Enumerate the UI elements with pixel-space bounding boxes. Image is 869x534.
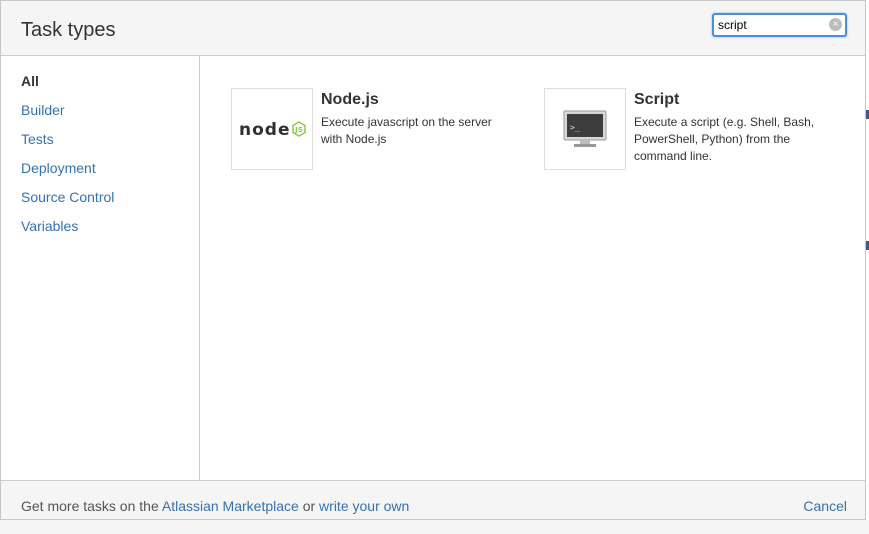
dialog-footer: Get more tasks on the Atlassian Marketpl… — [1, 480, 865, 519]
task-description: Execute javascript on the server with No… — [321, 115, 492, 146]
footer-prefix: Get more tasks on the — [21, 498, 159, 514]
background-page-bottom — [0, 520, 869, 534]
clear-search-icon[interactable]: × — [829, 18, 842, 31]
task-types-dialog: Task types × All Builder Tests Deploymen… — [0, 0, 866, 520]
write-your-own-link[interactable]: write your own — [319, 498, 409, 514]
sidebar-item-deployment[interactable]: Deployment — [21, 160, 96, 176]
sidebar-item-tests[interactable]: Tests — [21, 131, 54, 147]
search-box: × — [712, 13, 847, 37]
sidebar-item-source-control[interactable]: Source Control — [21, 189, 114, 205]
cancel-button[interactable]: Cancel — [803, 498, 847, 514]
svg-text:JS: JS — [294, 126, 303, 134]
terminal-monitor-icon: >_ — [544, 88, 626, 170]
sidebar-item-all[interactable]: All — [21, 73, 39, 89]
nodejs-logo-icon: node JS — [231, 88, 313, 170]
task-card-script[interactable]: >_ Script Execute a script (e.g. Shell, … — [544, 88, 844, 172]
task-list: node JS Node.js Execute javascript on th… — [200, 56, 865, 480]
footer-middle: or — [302, 498, 316, 514]
search-input[interactable] — [718, 17, 826, 33]
terminal-prompt-text: >_ — [570, 123, 580, 132]
footer-text: Get more tasks on the Atlassian Marketpl… — [21, 498, 409, 514]
nodejs-logo-text: node — [239, 120, 290, 140]
task-card-nodejs[interactable]: node JS Node.js Execute javascript on th… — [231, 88, 521, 172]
category-sidebar: All Builder Tests Deployment Source Cont… — [1, 56, 200, 480]
atlassian-marketplace-link[interactable]: Atlassian Marketplace — [162, 498, 299, 514]
dialog-title: Task types — [21, 19, 116, 41]
task-description: Execute a script (e.g. Shell, Bash, Powe… — [634, 115, 815, 163]
task-name: Script — [634, 91, 680, 108]
dialog-header: Task types × — [1, 1, 865, 56]
task-name: Node.js — [321, 91, 379, 108]
sidebar-item-variables[interactable]: Variables — [21, 218, 78, 234]
sidebar-item-builder[interactable]: Builder — [21, 102, 65, 118]
